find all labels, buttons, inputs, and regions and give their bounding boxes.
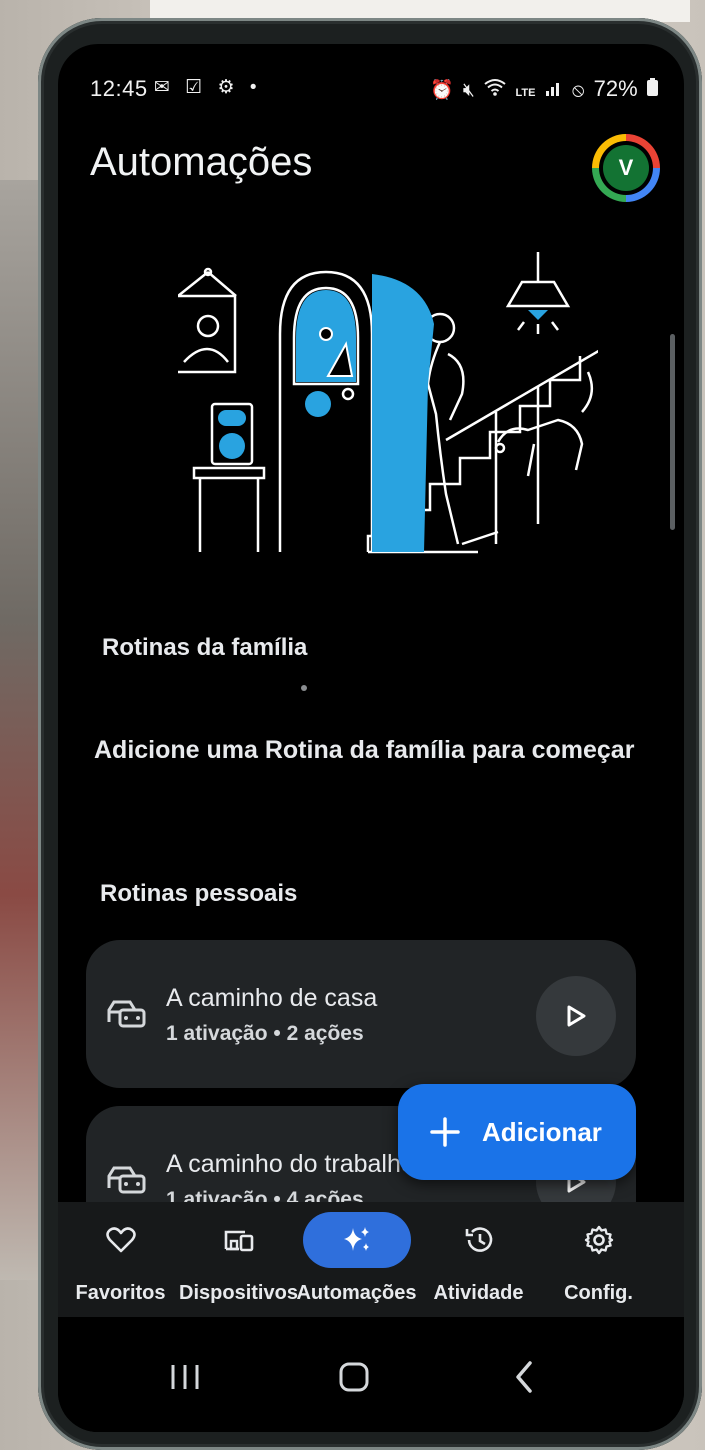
alarm-icon: ⏰ [429, 80, 454, 101]
account-avatar[interactable]: V [592, 134, 660, 202]
background-left [0, 180, 40, 1280]
page-title: Automações [90, 140, 313, 184]
sparkle-icon [343, 1227, 369, 1251]
home-icon[interactable] [324, 1347, 384, 1407]
system-navigation-bar [58, 1317, 684, 1432]
mute-icon: 🔇︎ [462, 80, 475, 101]
gear-icon [584, 1225, 613, 1255]
nav-settings[interactable]: Config. [536, 1202, 661, 1317]
system-icons: ⏰ 🔇︎ LTE ⦸ 72% [426, 76, 658, 102]
routine-name: A caminho do trabalho [166, 1150, 415, 1178]
nav-label: Config. [564, 1282, 633, 1304]
scrollbar[interactable] [670, 334, 675, 530]
status-time: 12:45 [90, 76, 148, 101]
notification-icons: ✉ ☑ ⚙ • [154, 77, 262, 98]
routine-name: A caminho de casa [166, 984, 378, 1012]
status-bar: 12:45 ✉ ☑ ⚙ • ⏰ 🔇︎ LTE ⦸ 72% [90, 76, 658, 106]
add-routine-button[interactable]: Adicionar [398, 1084, 636, 1180]
car-icon [107, 1000, 146, 1028]
volte-icon: LTE [515, 87, 536, 99]
heart-icon [105, 1227, 136, 1253]
avatar-letter: V [603, 145, 649, 191]
plus-icon [430, 1117, 460, 1147]
family-routines-empty-message: Adicione uma Rotina da família para come… [94, 736, 635, 764]
battery-level: 72% [593, 76, 638, 101]
wifi-icon [484, 79, 511, 101]
personal-routines-heading: Rotinas pessoais [100, 880, 298, 907]
loading-dot [301, 685, 307, 691]
routine-card[interactable]: A caminho de casa 1 ativação • 2 ações [86, 940, 636, 1088]
history-icon [465, 1227, 492, 1252]
family-routines-heading: Rotinas da família [102, 634, 308, 661]
bottom-navigation: Favoritos Dispositivos Automações Ativid… [58, 1202, 684, 1317]
recent-apps-icon[interactable] [155, 1347, 215, 1407]
dnd-icon: ⦸ [572, 80, 585, 101]
add-routine-label: Adicionar [482, 1116, 602, 1147]
car-icon [107, 1166, 146, 1194]
back-icon[interactable] [494, 1347, 554, 1407]
routine-meta: 1 ativação • 2 ações [166, 1022, 364, 1045]
app-screen: 12:45 ✉ ☑ ⚙ • ⏰ 🔇︎ LTE ⦸ 72% Automações … [58, 44, 684, 1432]
automations-illustration [178, 252, 598, 554]
battery-icon [647, 78, 658, 101]
play-icon [567, 1005, 586, 1027]
devices-icon [224, 1230, 253, 1252]
illustration-accent-dot [305, 391, 331, 417]
run-routine-button[interactable] [536, 976, 616, 1056]
signal-icon [545, 80, 568, 101]
